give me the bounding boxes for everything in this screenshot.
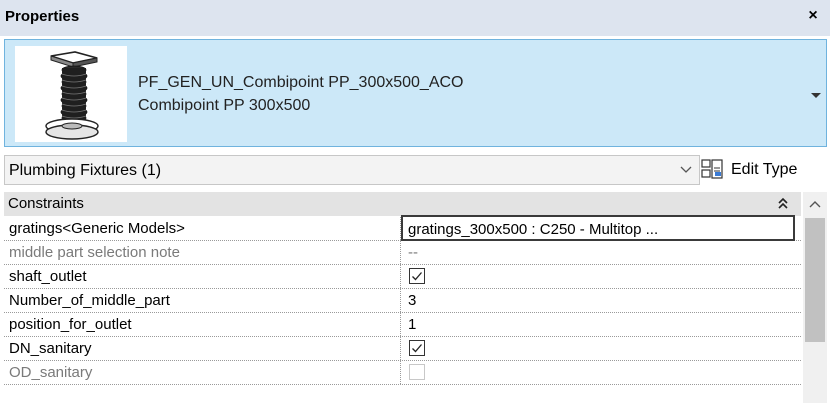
property-value: gratings_300x500 : C250 - Multitop ... <box>408 221 659 238</box>
property-row[interactable]: gratings<Generic Models> gratings_300x500… <box>4 215 801 241</box>
type-name: Combipoint PP 300x500 <box>138 97 311 114</box>
checkmark-icon <box>412 344 422 353</box>
properties-title-bar: Properties × <box>0 0 830 36</box>
property-value-field[interactable]: gratings_300x500 : C250 - Multitop ... <box>401 215 795 241</box>
property-value: 3 <box>408 292 417 309</box>
group-label: Constraints <box>8 195 84 212</box>
property-name: shaft_outlet <box>9 268 87 285</box>
property-name-cell: middle part selection note <box>4 241 401 264</box>
property-name-cell: position_for_outlet <box>4 313 401 336</box>
checkbox[interactable] <box>409 340 425 356</box>
caret-down-icon[interactable] <box>810 90 822 100</box>
property-row[interactable]: position_for_outlet 1 <box>4 313 801 337</box>
property-name-cell: DN_sanitary <box>4 337 401 360</box>
edit-type-button[interactable]: Edit Type <box>701 152 827 188</box>
scrollbar-thumb[interactable] <box>805 218 825 342</box>
property-checkbox-cell[interactable] <box>401 337 801 360</box>
property-value-field: -- <box>401 241 801 264</box>
property-name: OD_sanitary <box>9 364 93 381</box>
property-row[interactable]: DN_sanitary <box>4 337 801 361</box>
category-dropdown[interactable]: Plumbing Fixtures (1) <box>4 155 700 185</box>
property-name-cell: OD_sanitary <box>4 361 401 384</box>
property-name: position_for_outlet <box>9 316 132 333</box>
category-row: Plumbing Fixtures (1) Edit Type <box>4 152 827 188</box>
property-value-field[interactable]: 1 <box>401 313 801 336</box>
category-label: Plumbing Fixtures (1) <box>9 162 162 179</box>
property-value: -- <box>408 244 418 261</box>
property-rows: gratings<Generic Models> gratings_300x500… <box>4 215 801 385</box>
property-name: DN_sanitary <box>9 340 92 357</box>
property-name-cell: shaft_outlet <box>4 265 401 288</box>
property-checkbox-cell[interactable] <box>401 265 801 288</box>
property-checkbox-cell <box>401 361 801 384</box>
group-header-constraints[interactable]: Constraints <box>4 192 801 216</box>
property-row[interactable]: shaft_outlet <box>4 265 801 289</box>
property-name: gratings<Generic Models> <box>9 220 185 237</box>
property-name-cell: gratings<Generic Models> <box>4 217 401 240</box>
close-icon[interactable]: × <box>805 7 821 25</box>
property-row[interactable]: OD_sanitary <box>4 361 801 385</box>
combipoint-fixture-icon <box>15 46 127 142</box>
property-row[interactable]: Number_of_middle_part 3 <box>4 289 801 313</box>
edit-type-icon <box>701 159 723 179</box>
double-chevron-up-icon[interactable] <box>777 196 789 210</box>
checkbox[interactable] <box>409 268 425 284</box>
property-row[interactable]: middle part selection note -- <box>4 241 801 265</box>
panel-title: Properties <box>5 8 80 25</box>
property-name-cell: Number_of_middle_part <box>4 289 401 312</box>
property-name: middle part selection note <box>9 244 180 261</box>
checkmark-icon <box>412 272 422 281</box>
type-selector[interactable]: PF_GEN_UN_Combipoint PP_300x500_ACO Comb… <box>4 39 827 147</box>
edit-type-label: Edit Type <box>731 161 798 178</box>
property-value-field[interactable]: 3 <box>401 289 801 312</box>
chevron-down-icon <box>680 166 692 173</box>
properties-grid: Constraints gratings<Generic Models> grat… <box>4 192 827 403</box>
property-name: Number_of_middle_part <box>9 292 170 309</box>
property-value: 1 <box>408 316 417 333</box>
vertical-scrollbar[interactable] <box>803 192 827 403</box>
scroll-up-icon[interactable] <box>809 199 821 209</box>
checkbox <box>409 364 425 380</box>
family-name: PF_GEN_UN_Combipoint PP_300x500_ACO <box>138 74 464 91</box>
